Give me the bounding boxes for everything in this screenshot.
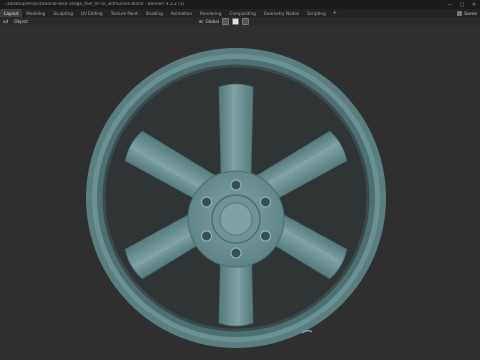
viewport-header: ad Object ⊞ Global: [0, 17, 480, 25]
menu-add[interactable]: ad: [0, 19, 11, 24]
tab-rendering[interactable]: Rendering: [196, 9, 225, 17]
lug-hole: [200, 230, 213, 242]
tab-geometry-nodes[interactable]: Geometry Nodes: [260, 9, 303, 17]
scene-selector[interactable]: Scene: [457, 9, 480, 17]
window-title: …\Desktop\Project\BlendFiles\F1edge_6SP_…: [2, 2, 185, 7]
tab-texture-paint[interactable]: Texture Paint: [107, 9, 142, 17]
transform-tools: ⊞ Global: [199, 17, 249, 25]
tab-animation[interactable]: Animation: [167, 9, 196, 17]
tab-shading[interactable]: Shading: [142, 9, 167, 17]
scene-label: Scene: [464, 10, 477, 16]
scene-icon: [457, 10, 463, 16]
add-workspace-button[interactable]: +: [330, 10, 340, 16]
close-button[interactable]: ✕: [468, 0, 480, 9]
orientation-icon[interactable]: ⊞: [199, 19, 203, 24]
proportional-edit-icon[interactable]: [241, 17, 249, 25]
tab-scripting[interactable]: Scripting: [303, 9, 330, 17]
snap-icon[interactable]: [231, 17, 239, 25]
tab-compositing[interactable]: Compositing: [226, 9, 260, 17]
workspace-tabs: Layout Modeling Sculpting UV Editing Tex…: [0, 9, 480, 17]
tab-layout[interactable]: Layout: [0, 9, 23, 17]
3d-viewport[interactable]: [0, 25, 480, 360]
window-titlebar: …\Desktop\Project\BlendFiles\F1edge_6SP_…: [0, 0, 480, 9]
tab-sculpting[interactable]: Sculpting: [49, 9, 77, 17]
minimize-button[interactable]: —: [444, 0, 456, 9]
lug-hole: [230, 247, 242, 259]
lug-hole: [259, 230, 272, 242]
spoke-face: [218, 83, 254, 176]
pivot-icon[interactable]: [221, 17, 229, 25]
orientation-dropdown[interactable]: Global: [206, 19, 219, 24]
wheel-model[interactable]: [0, 25, 480, 360]
menu-object[interactable]: Object: [11, 19, 31, 24]
center-cap: [219, 202, 253, 236]
tab-uv-editing[interactable]: UV Editing: [77, 9, 107, 17]
spoke: [218, 83, 254, 176]
tab-modeling[interactable]: Modeling: [22, 9, 49, 17]
lug-hole: [200, 196, 213, 208]
lug-hole: [259, 196, 272, 208]
maximize-button[interactable]: □: [456, 0, 468, 9]
lug-hole: [230, 179, 242, 191]
